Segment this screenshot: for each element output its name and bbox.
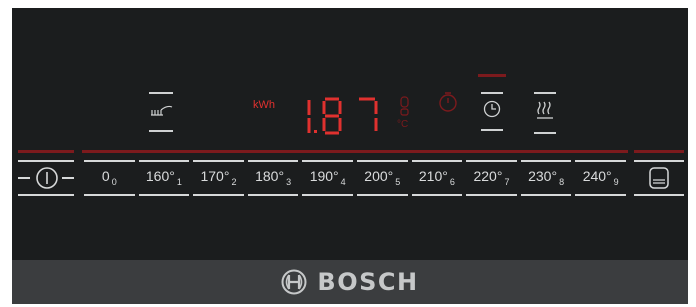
clock-indicator-bar	[478, 74, 506, 77]
temperature-top-line	[411, 160, 463, 162]
steam-button[interactable]	[534, 92, 556, 134]
power-bottom-line	[18, 194, 74, 196]
temperature-button[interactable]: 200° 5	[355, 160, 410, 196]
temperature-index: 3	[286, 177, 292, 187]
temperature-value: 190°	[309, 168, 339, 184]
brand-strip: BOSCH	[12, 260, 688, 304]
temperature-index: 7	[504, 177, 510, 187]
temperature-top-line	[193, 160, 244, 162]
temperature-top-line	[466, 160, 517, 162]
energy-unit-label: kWh	[253, 99, 275, 111]
temperature-index: 6	[449, 177, 455, 187]
heating-mode-top-line	[149, 92, 173, 94]
temperature-label: 230° 8	[519, 168, 574, 190]
steam-bottom-line	[534, 132, 556, 134]
temperature-index: 2	[231, 177, 237, 187]
temperature-bottom-line	[520, 194, 572, 196]
temperature-label: 160° 1	[137, 168, 192, 190]
temperature-bottom-line	[357, 194, 408, 196]
heating-mode-bottom-line	[149, 130, 173, 132]
temperature-value: 210°	[418, 168, 448, 184]
timer-icon	[439, 92, 457, 112]
temperature-button[interactable]: 190° 4	[300, 160, 355, 196]
clock-button[interactable]	[478, 74, 506, 134]
temperature-value: 200°	[364, 168, 394, 184]
temperature-bottom-line	[84, 194, 135, 196]
temperature-top-line	[520, 160, 572, 162]
menu-indicator-bar	[634, 150, 684, 153]
temperature-bottom-line	[247, 194, 299, 196]
temperature-button[interactable]: 210° 6	[410, 160, 465, 196]
brand-name: BOSCH	[317, 268, 419, 296]
clock-top-line	[481, 92, 503, 94]
temperature-button[interactable]: 170° 2	[191, 160, 246, 196]
menu-bottom-line	[634, 194, 684, 196]
temperature-index: 0	[111, 177, 117, 187]
temperature-top-line	[302, 160, 353, 162]
temperature-value: 180°	[255, 168, 285, 184]
temperature-index: 4	[340, 177, 346, 187]
temperature-label: 190° 4	[300, 168, 355, 190]
temperature-label: 170° 2	[191, 168, 246, 190]
steam-top-line	[534, 92, 556, 94]
temperature-bottom-line	[411, 194, 463, 196]
temperature-indicator-bar	[82, 150, 628, 153]
clock-icon	[483, 100, 501, 118]
temperature-bottom-line	[575, 194, 626, 196]
temperature-label: 240° 9	[573, 168, 628, 190]
temperature-index: 1	[176, 177, 182, 187]
temperature-button[interactable]: 240° 9	[573, 160, 628, 196]
clock-bottom-line	[481, 129, 503, 131]
temperature-index: 8	[559, 177, 565, 187]
power-top-line	[18, 160, 74, 162]
temperature-top-line	[357, 160, 408, 162]
temperature-value: 160°	[145, 168, 175, 184]
temperature-value: 240°	[582, 168, 612, 184]
temperature-bottom-line	[138, 194, 190, 196]
temperature-top-line	[247, 160, 299, 162]
temperature-button[interactable]: 220° 7	[464, 160, 519, 196]
temperature-top-line	[575, 160, 626, 162]
temperature-index: 5	[395, 177, 401, 187]
temperature-bottom-line	[466, 194, 517, 196]
temperature-value: 220°	[473, 168, 503, 184]
menu-button[interactable]	[634, 160, 684, 196]
temperature-top-line	[84, 160, 135, 162]
power-indicator-bar	[18, 150, 74, 153]
temperature-label: 00	[82, 168, 137, 190]
power-right-mid-line	[62, 177, 74, 179]
temperature-label: 180° 3	[246, 168, 301, 190]
temperature-value: 230°	[528, 168, 558, 184]
temperature-value: 170°	[200, 168, 230, 184]
thermometer-icon: °C	[397, 96, 409, 130]
brand: BOSCH	[12, 260, 688, 304]
temperature-button[interactable]: 180° 3	[246, 160, 301, 196]
temperature-label: 220° 7	[464, 168, 519, 190]
temperature-value: 0	[101, 168, 110, 184]
temperature-bottom-line	[302, 194, 353, 196]
grill-heating-icon	[151, 105, 173, 116]
heating-mode-button[interactable]	[149, 92, 173, 132]
temperature-index: 9	[613, 177, 619, 187]
energy-value-display	[307, 97, 378, 135]
power-icon	[36, 167, 58, 189]
oven-control-panel: kWh °C 0 0 160° 1 170° 2 180° 3 190° 4 2…	[12, 8, 688, 304]
temperature-label: 210° 6	[410, 168, 465, 190]
svg-text:°C: °C	[397, 119, 408, 130]
bosch-logo-icon	[281, 269, 307, 295]
power-button[interactable]	[18, 160, 74, 196]
steam-icon	[537, 101, 553, 119]
temperature-button[interactable]: 230° 8	[519, 160, 574, 196]
temperature-button[interactable]: 00	[82, 160, 137, 196]
menu-top-line	[634, 160, 684, 162]
temperature-label: 200° 5	[355, 168, 410, 190]
temperature-button[interactable]: 160° 1	[137, 160, 192, 196]
menu-icon	[649, 167, 669, 189]
temperature-bottom-line	[193, 194, 244, 196]
power-left-mid-line	[18, 177, 30, 179]
temperature-top-line	[138, 160, 190, 162]
